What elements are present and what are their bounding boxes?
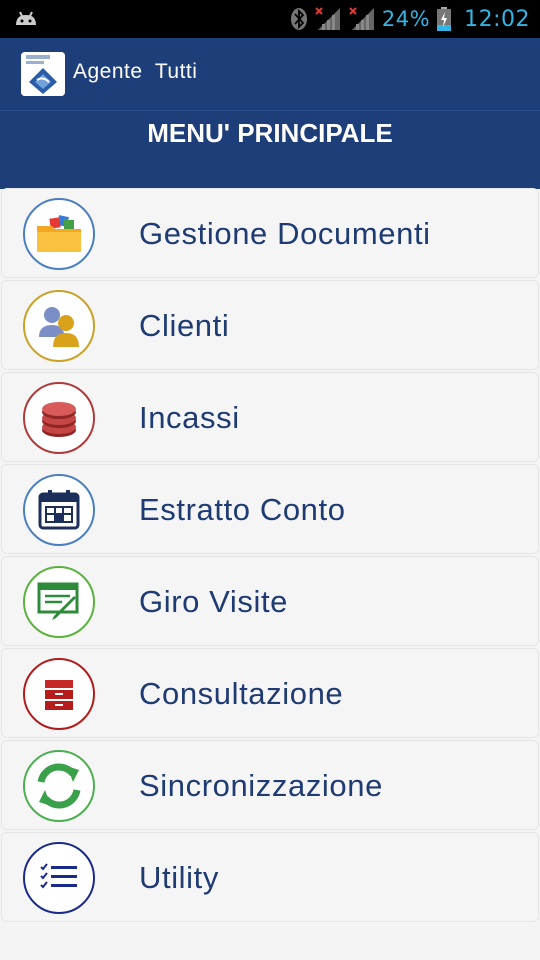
- folder-icon: [23, 198, 95, 270]
- menu-item-label: Estratto Conto: [139, 492, 346, 527]
- menu-header: MENU' PRINCIPALE: [0, 110, 540, 189]
- calendar-icon: [23, 474, 95, 546]
- partner-mobile-logo-icon[interactable]: [21, 52, 65, 96]
- battery-charging-icon: [436, 6, 452, 32]
- status-bar: 24% 12:02: [0, 0, 540, 38]
- archive-icon: [23, 658, 95, 730]
- status-icons: 24% 12:02: [284, 0, 530, 38]
- sync-icon: [23, 750, 95, 822]
- visit-form-icon: [23, 566, 95, 638]
- menu-item-label: Gestione Documenti: [139, 216, 431, 251]
- menu-item-label: Incassi: [139, 400, 240, 435]
- menu-item-estratto-conto[interactable]: Estratto Conto: [1, 464, 539, 554]
- battery-percent: 24%: [381, 7, 431, 31]
- clock: 12:02: [464, 6, 530, 32]
- menu-item-label: Sincronizzazione: [139, 768, 383, 803]
- menu-item-giro-visite[interactable]: Giro Visite: [1, 556, 539, 646]
- menu-item-incassi[interactable]: Incassi: [1, 372, 539, 462]
- menu-item-clienti[interactable]: Clienti: [1, 280, 539, 370]
- app-title: Agente Tutti: [73, 60, 198, 83]
- menu-item-gestione-documenti[interactable]: Gestione Documenti: [1, 188, 539, 278]
- coins-icon: [23, 382, 95, 454]
- main-menu: Gestione Documenti Clienti Incassi Estra…: [0, 188, 540, 924]
- page-title: MENU' PRINCIPALE: [147, 118, 393, 148]
- menu-item-sincronizzazione[interactable]: Sincronizzazione: [1, 740, 539, 830]
- users-icon: [23, 290, 95, 362]
- menu-item-label: Consultazione: [139, 676, 344, 711]
- bluetooth-icon: [290, 7, 308, 31]
- signal-icon-2: [348, 6, 376, 32]
- android-icon: [14, 9, 38, 33]
- menu-item-consultazione[interactable]: Consultazione: [1, 648, 539, 738]
- checklist-icon: [23, 842, 95, 914]
- menu-item-label: Utility: [139, 860, 219, 895]
- menu-item-label: Giro Visite: [139, 584, 289, 619]
- signal-icon-1: [314, 6, 342, 32]
- menu-item-utility[interactable]: Utility: [1, 832, 539, 922]
- menu-item-label: Clienti: [139, 308, 230, 343]
- action-bar: Agente Tutti: [0, 38, 540, 110]
